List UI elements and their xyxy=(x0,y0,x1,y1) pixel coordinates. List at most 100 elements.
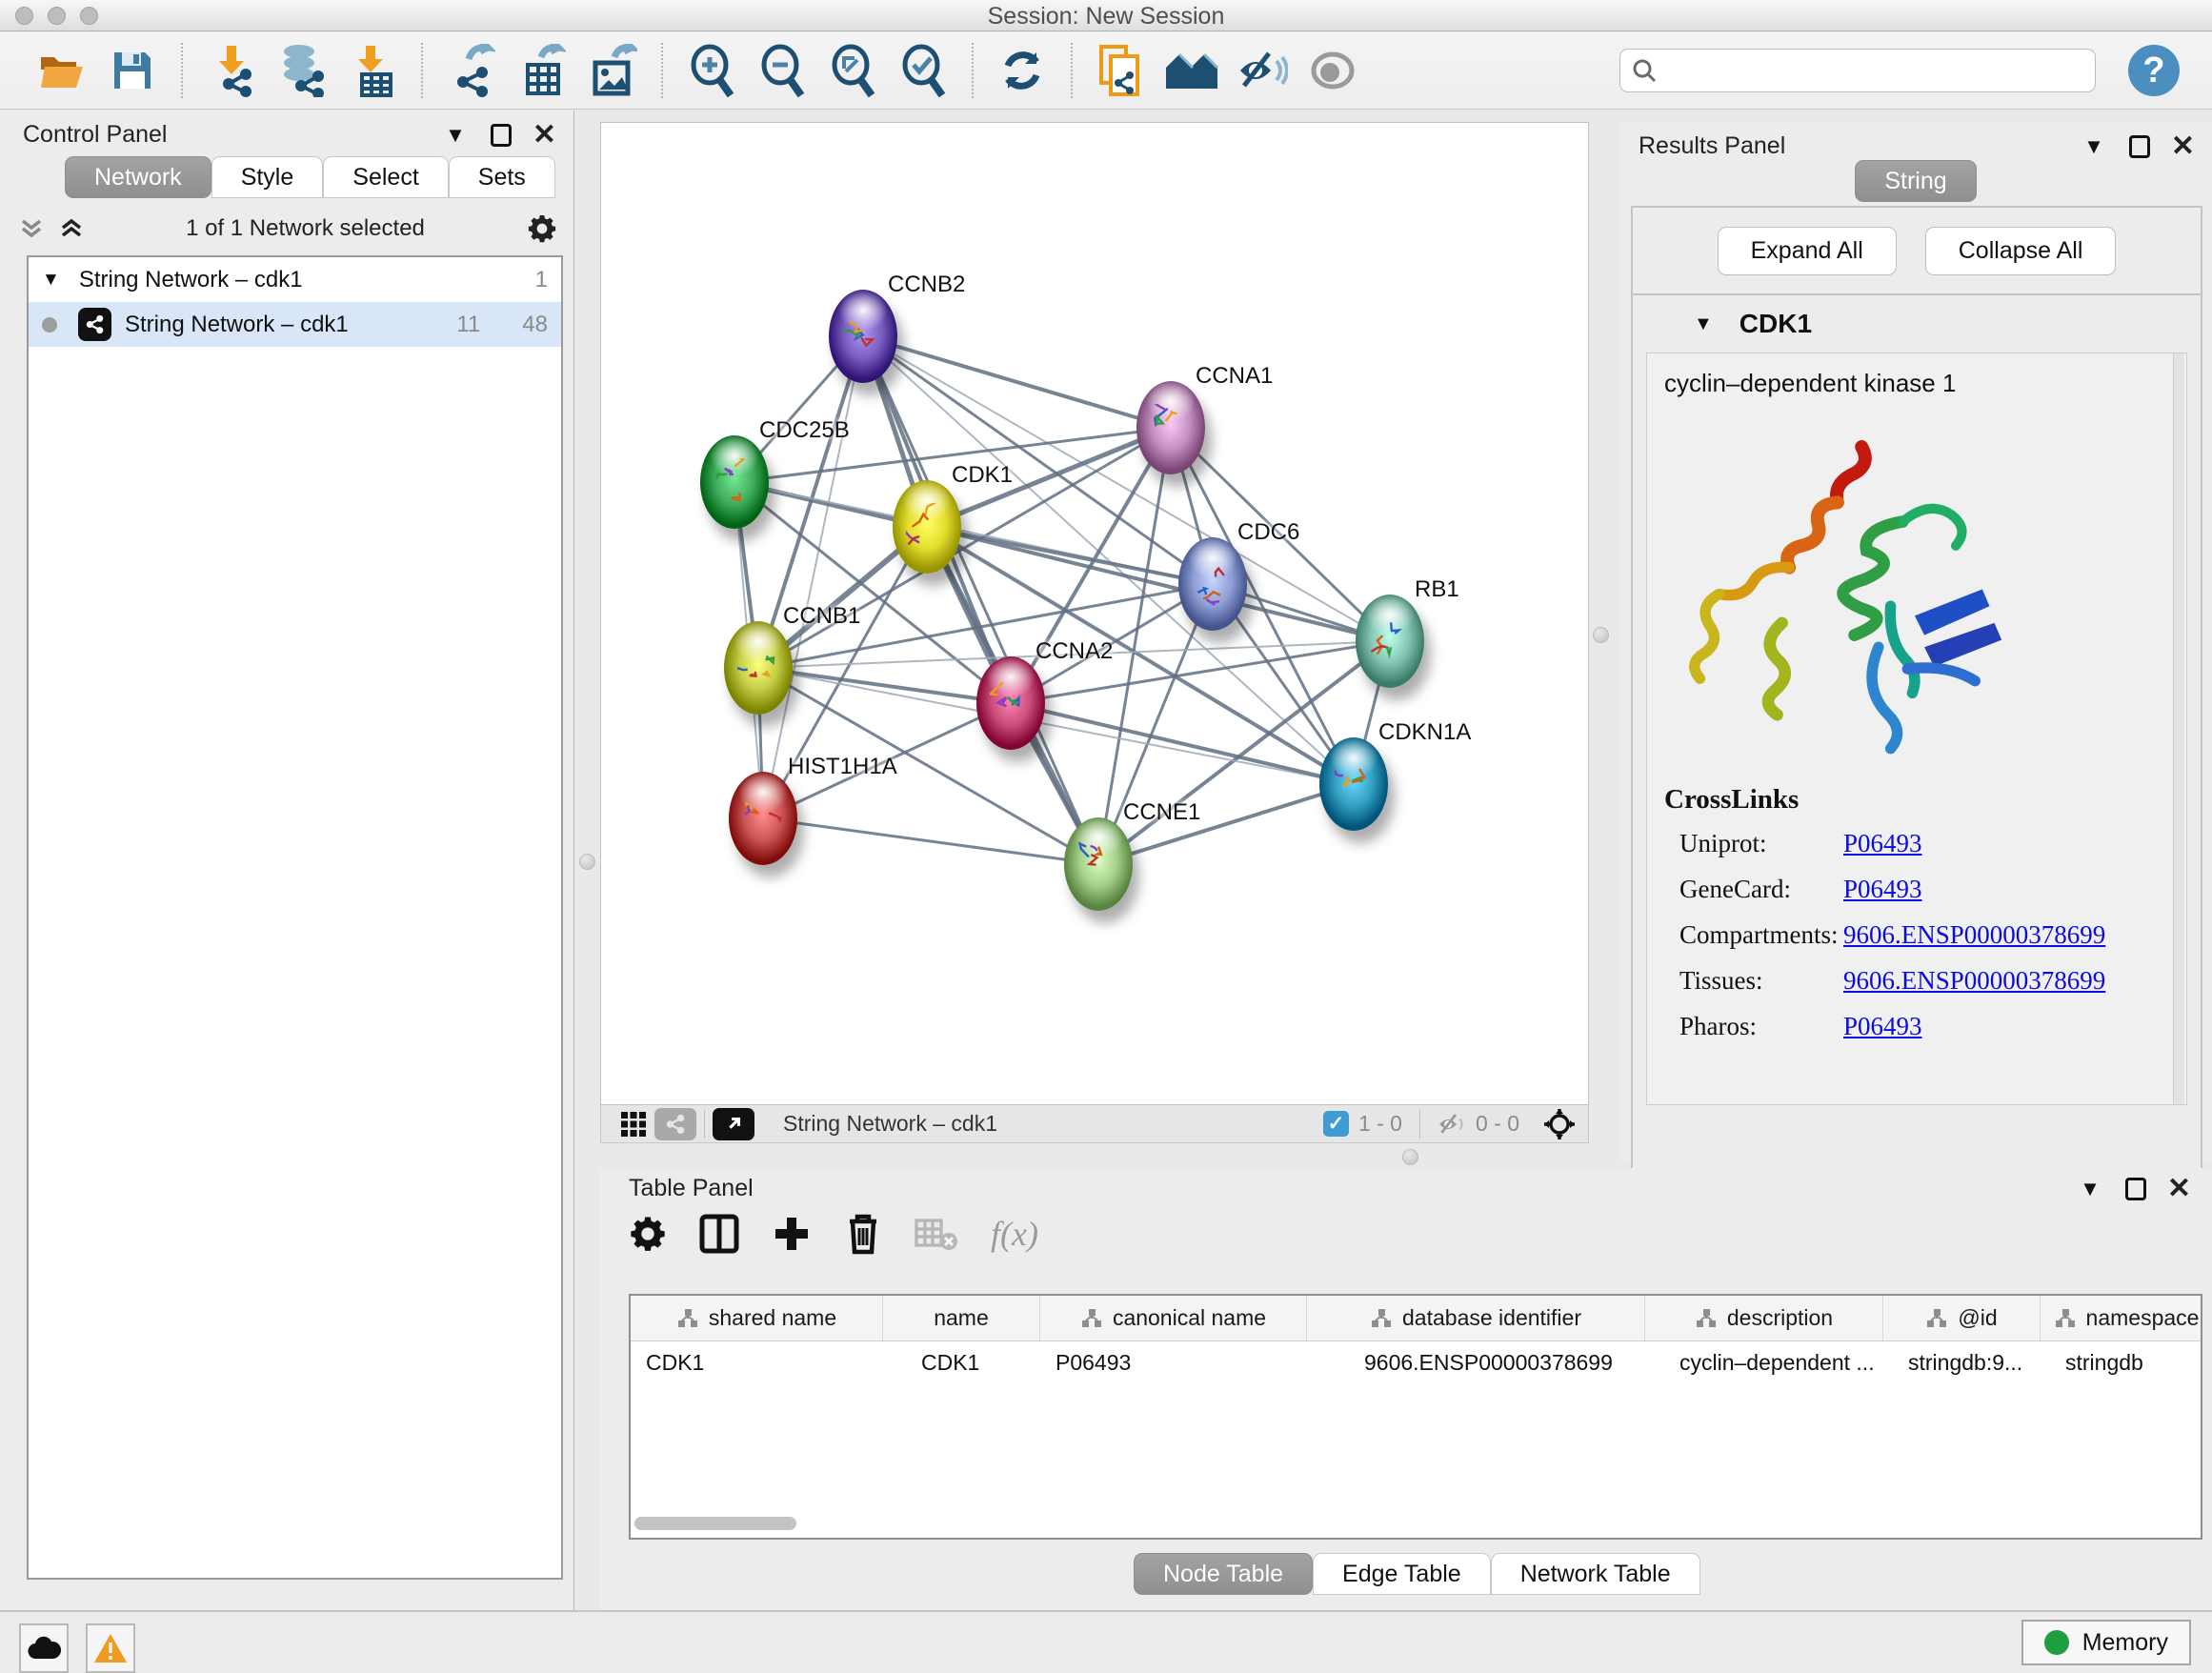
network-node-ccna2[interactable] xyxy=(976,656,1045,750)
control-panel-close-icon[interactable]: ✕ xyxy=(533,118,556,151)
tab-style[interactable]: Style xyxy=(211,156,324,198)
expand-all-button[interactable]: Expand All xyxy=(1718,227,1897,275)
column-header-id[interactable]: @id xyxy=(1883,1296,2041,1340)
zoom-fit-button[interactable] xyxy=(823,41,882,100)
network-node-ccnb2[interactable] xyxy=(829,290,897,383)
network-collection-row[interactable]: ▼ String Network – cdk1 1 xyxy=(29,257,561,302)
cell-namespace[interactable]: stringdb xyxy=(2041,1341,2202,1384)
tab-node-table[interactable]: Node Table xyxy=(1134,1553,1313,1595)
column-header-canonical-name[interactable]: canonical name xyxy=(1040,1296,1307,1340)
tab-sets[interactable]: Sets xyxy=(449,156,555,198)
crosslink-link[interactable]: P06493 xyxy=(1843,875,1922,904)
export-image-button[interactable] xyxy=(583,41,642,100)
results-panel-close-icon[interactable]: ✕ xyxy=(2171,130,2195,163)
delete-column-icon[interactable] xyxy=(844,1212,882,1256)
save-session-button[interactable] xyxy=(103,41,162,100)
cell-description[interactable]: cyclin–dependent ... xyxy=(1645,1341,1883,1384)
import-network-database-button[interactable] xyxy=(272,41,332,100)
network-node-hist1h1a[interactable] xyxy=(729,772,797,865)
show-glass-button[interactable] xyxy=(1303,41,1362,100)
tab-network[interactable]: Network xyxy=(65,156,211,198)
cell-id[interactable]: stringdb:9... xyxy=(1883,1341,2041,1384)
protein-expander-icon[interactable]: ▼ xyxy=(1694,313,1713,335)
network-node-cdc25b[interactable] xyxy=(700,435,769,529)
selected-checkbox-icon[interactable]: ✓ xyxy=(1323,1111,1349,1137)
network-node-cdkn1a[interactable] xyxy=(1319,737,1388,831)
toolbar-search[interactable] xyxy=(1619,49,2096,92)
warnings-button[interactable] xyxy=(86,1623,135,1673)
left-splitter-handle[interactable] xyxy=(579,854,595,870)
collection-expander-icon[interactable]: ▼ xyxy=(42,270,60,291)
table-panel-close-icon[interactable]: ✕ xyxy=(2167,1172,2191,1205)
expand-all-icon[interactable] xyxy=(59,217,84,240)
crosslink-link[interactable]: 9606.ENSP00000378699 xyxy=(1843,920,2105,950)
search-input[interactable] xyxy=(1657,58,2083,83)
table-panel-menu-icon[interactable]: ▼ xyxy=(2080,1177,2101,1201)
column-header-namespace[interactable]: namespace xyxy=(2041,1296,2202,1340)
cell-database-identifier[interactable]: 9606.ENSP00000378699 xyxy=(1307,1341,1645,1384)
network-edge[interactable] xyxy=(763,336,863,818)
control-panel-float-icon[interactable] xyxy=(491,124,512,147)
bottom-splitter-handle[interactable] xyxy=(1402,1149,1418,1165)
crosslink-link[interactable]: 9606.ENSP00000378699 xyxy=(1843,966,2105,996)
network-edge[interactable] xyxy=(863,336,1098,864)
network-node-rb1[interactable] xyxy=(1356,595,1424,688)
results-scrollbar[interactable] xyxy=(2173,353,2184,1104)
zoom-in-button[interactable] xyxy=(682,41,741,100)
table-horizontal-scrollbar[interactable] xyxy=(634,1517,2197,1532)
cloud-status-button[interactable] xyxy=(19,1623,69,1673)
network-edge[interactable] xyxy=(763,818,1098,864)
import-network-file-button[interactable] xyxy=(202,41,261,100)
tab-string[interactable]: String xyxy=(1855,160,1976,202)
hide-glass-button[interactable] xyxy=(1233,41,1292,100)
table-panel-float-icon[interactable] xyxy=(2125,1178,2146,1200)
birdseye-grid-button[interactable] xyxy=(613,1108,654,1140)
network-edge[interactable] xyxy=(1011,703,1354,784)
column-header-description[interactable]: description xyxy=(1645,1296,1883,1340)
crosslink-link[interactable]: P06493 xyxy=(1843,1012,1922,1041)
export-network-button[interactable] xyxy=(442,41,501,100)
gear-icon[interactable] xyxy=(527,213,557,244)
network-edge[interactable] xyxy=(863,336,1171,428)
add-column-icon[interactable] xyxy=(772,1214,812,1254)
network-node-cdk1[interactable] xyxy=(893,480,961,574)
column-header-name[interactable]: name xyxy=(883,1296,1040,1340)
control-panel-menu-icon[interactable]: ▼ xyxy=(445,123,466,148)
crosshair-icon[interactable] xyxy=(1542,1107,1577,1141)
tab-select[interactable]: Select xyxy=(323,156,448,198)
open-in-browser-button[interactable] xyxy=(713,1108,754,1140)
zoom-out-button[interactable] xyxy=(753,41,812,100)
collapse-all-icon[interactable] xyxy=(19,217,44,240)
network-node-ccne1[interactable] xyxy=(1064,817,1133,911)
zoom-selected-button[interactable] xyxy=(894,41,953,100)
network-node-cdc6[interactable] xyxy=(1178,537,1247,631)
copy-network-button[interactable] xyxy=(1092,41,1151,100)
table-gear-icon[interactable] xyxy=(629,1215,667,1253)
network-node-ccnb1[interactable] xyxy=(724,621,793,715)
cell-name[interactable]: CDK1 xyxy=(883,1341,1040,1384)
export-table-button[interactable] xyxy=(513,41,572,100)
network-view-canvas[interactable]: CCNB2CCNA1CDC25BCDK1CDC6RB1CCNB1CCNA2CDK… xyxy=(600,122,1589,1105)
right-splitter-handle[interactable] xyxy=(1593,627,1609,643)
apply-layout-button[interactable] xyxy=(993,41,1052,100)
column-header-database-identifier[interactable]: database identifier xyxy=(1307,1296,1645,1340)
show-columns-icon[interactable] xyxy=(699,1213,739,1255)
tab-network-table[interactable]: Network Table xyxy=(1491,1553,1700,1595)
open-session-button[interactable] xyxy=(32,41,91,100)
results-panel-menu-icon[interactable]: ▼ xyxy=(2083,134,2104,159)
import-table-file-button[interactable] xyxy=(343,41,402,100)
network-row[interactable]: String Network – cdk1 11 48 xyxy=(29,302,561,347)
results-panel-float-icon[interactable] xyxy=(2129,135,2150,158)
table-row[interactable]: CDK1 CDK1 P06493 9606.ENSP00000378699 cy… xyxy=(631,1341,2201,1384)
cell-shared-name[interactable]: CDK1 xyxy=(631,1341,883,1384)
column-header-shared-name[interactable]: shared name xyxy=(631,1296,883,1340)
network-share-button[interactable] xyxy=(654,1108,696,1140)
string-home-button[interactable] xyxy=(1162,41,1221,100)
cell-canonical-name[interactable]: P06493 xyxy=(1040,1341,1307,1384)
crosslink-link[interactable]: P06493 xyxy=(1843,829,1922,858)
tab-edge-table[interactable]: Edge Table xyxy=(1313,1553,1491,1595)
memory-button[interactable]: Memory xyxy=(2021,1620,2191,1665)
collapse-all-button[interactable]: Collapse All xyxy=(1925,227,2117,275)
help-button[interactable]: ? xyxy=(2128,45,2180,96)
network-node-ccna1[interactable] xyxy=(1136,381,1205,474)
